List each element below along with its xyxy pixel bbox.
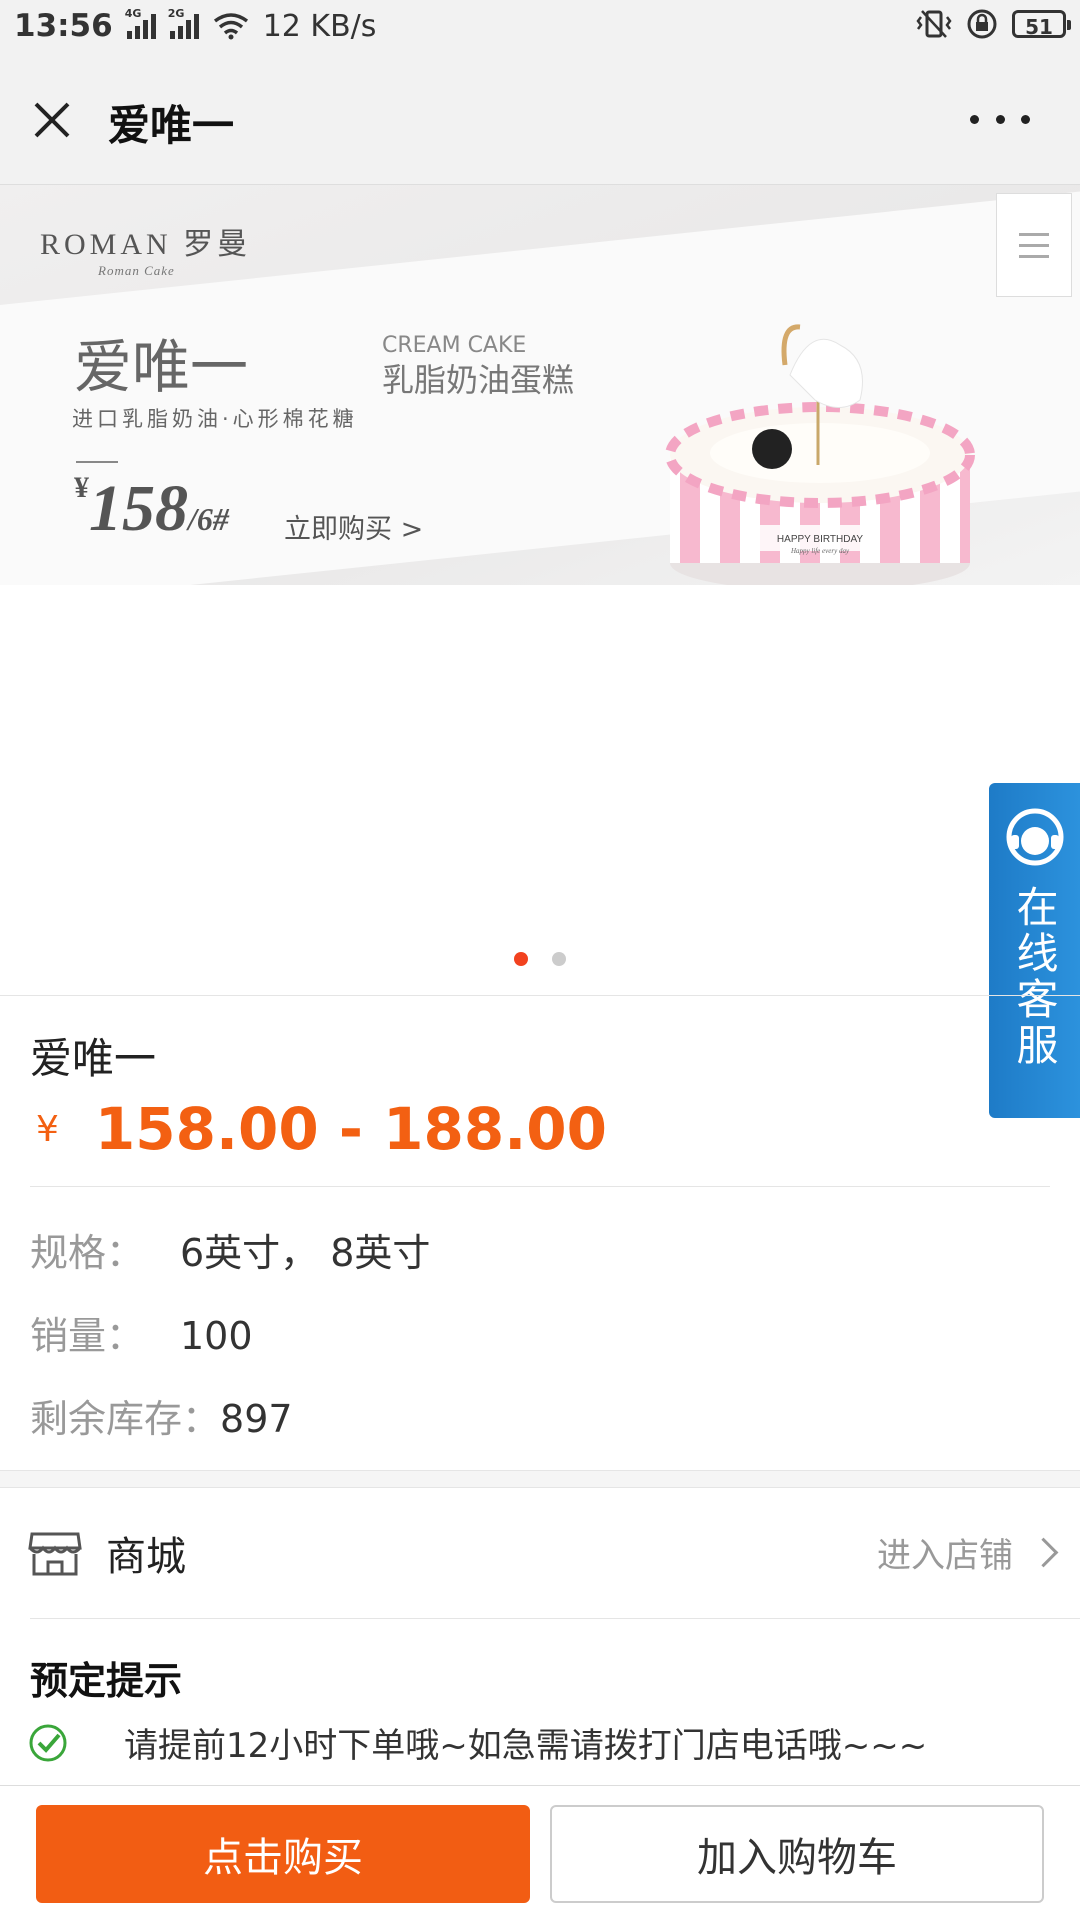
bottom-action-bar: 点击购买 加入购物车 [0, 1785, 1080, 1921]
stock-row: 剩余库存：897 [30, 1388, 293, 1443]
enter-shop-link[interactable]: 进入店铺 [877, 1528, 1059, 1577]
status-left: 13:56 4G 2G 12 KB/s [14, 7, 377, 44]
section-separator [0, 1470, 1080, 1488]
spec-row: 规格： 6英寸， 8英寸 [30, 1222, 430, 1277]
chevron-right-icon [1028, 1537, 1059, 1568]
cake-image: HAPPY BIRTHDAY Happy life every day [665, 324, 975, 585]
svg-text:HAPPY BIRTHDAY: HAPPY BIRTHDAY [777, 534, 863, 545]
online-service-label: 在线客服 [1010, 885, 1059, 1069]
lock-rotation-icon [967, 9, 997, 39]
carousel-dot-2[interactable] [552, 952, 566, 966]
status-bar: 13:56 4G 2G 12 KB/s 51 [0, 0, 1080, 54]
booking-tips-title: 预定提示 [30, 1659, 183, 1703]
status-time: 13:56 [14, 8, 113, 44]
currency-symbol: ¥ [36, 1108, 59, 1150]
vibrate-icon [916, 10, 952, 38]
product-name: 爱唯一 [30, 1034, 157, 1083]
online-service-button[interactable]: 在线客服 [989, 783, 1080, 1118]
price-row: ¥158.00 - 188.00 [36, 1095, 607, 1163]
booking-tip-text: 请提前12小时下单哦~如急需请拨打门店电话哦~~~ [124, 1726, 928, 1766]
shop-name: 商城 [106, 1534, 186, 1580]
enter-shop-label: 进入店铺 [877, 1536, 1013, 1576]
carousel-indicator [0, 952, 1080, 966]
more-icon[interactable] [970, 94, 1030, 144]
divider [30, 1618, 1080, 1619]
sales-row: 销量： 100 [30, 1305, 253, 1360]
banner-buy-link[interactable]: 立即购买 > [284, 507, 423, 546]
signal-icon: 2G [168, 7, 199, 39]
shop-row[interactable]: 商城 进入店铺 [0, 1490, 1080, 1618]
shop-icon [28, 1532, 82, 1576]
wifi-icon [213, 13, 248, 40]
buy-button[interactable]: 点击购买 [36, 1805, 530, 1903]
stock-value: 897 [220, 1397, 293, 1441]
brand-logo: ROMAN 罗曼 Roman Cake [40, 228, 252, 278]
product-banner[interactable]: ROMAN 罗曼 Roman Cake 爱唯一 CREAM CAKE 乳脂奶油蛋… [0, 185, 1080, 585]
check-circle-icon [29, 1724, 67, 1761]
sales-value: 100 [180, 1314, 253, 1358]
price-range: 158.00 - 188.00 [94, 1095, 607, 1163]
spec-label: 规格： [30, 1231, 145, 1275]
booking-tip-item: 请提前12小时下单哦~如急需请拨打门店电话哦~~~ [28, 1718, 927, 1767]
close-icon[interactable] [28, 96, 76, 144]
divider [76, 461, 118, 463]
banner-subtitle: 进口乳脂奶油·心形棉花糖 [72, 407, 358, 431]
spec-value: 6英寸， 8英寸 [180, 1231, 431, 1275]
headset-icon [1006, 808, 1063, 866]
banner-product-name: 爱唯一 [74, 333, 249, 401]
page-title: 爱唯一 [108, 101, 235, 150]
banner-price: ¥158/6# [74, 471, 229, 545]
stock-label: 剩余库存： [30, 1397, 221, 1441]
divider [30, 1186, 1050, 1187]
title-bar: 爱唯一 [0, 54, 1080, 185]
battery-icon: 51 [1012, 10, 1071, 39]
sales-label: 销量： [30, 1314, 145, 1358]
list-menu-icon[interactable] [996, 193, 1072, 297]
net-speed: 12 KB/s [262, 8, 377, 44]
signal-icon: 4G [125, 7, 156, 39]
carousel-dot-1[interactable] [514, 952, 528, 966]
status-right: 51 [916, 8, 1071, 40]
banner-cn-label: 乳脂奶油蛋糕 [382, 361, 575, 399]
svg-text:Happy life every day: Happy life every day [790, 547, 850, 555]
divider [0, 995, 1080, 996]
add-to-cart-button[interactable]: 加入购物车 [550, 1805, 1044, 1903]
